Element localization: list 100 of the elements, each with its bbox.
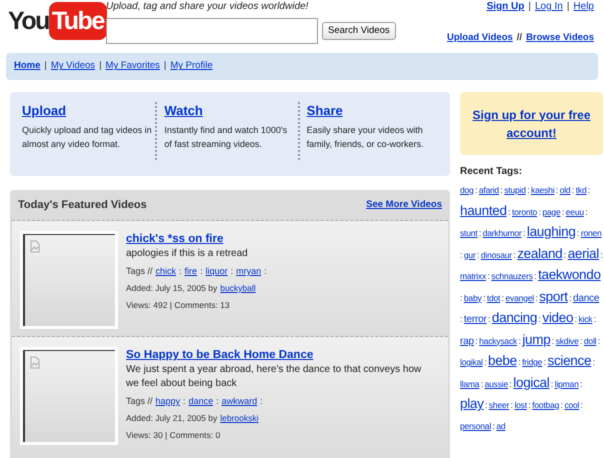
see-more-link[interactable]: See More Videos [366, 198, 442, 212]
header-link[interactable]: Help [573, 0, 594, 14]
video-thumbnail[interactable] [20, 231, 118, 329]
separator: : [513, 250, 516, 260]
tag-link[interactable]: footbag [532, 400, 560, 410]
tag-link[interactable]: matrixx [460, 271, 486, 281]
separator: : [230, 265, 234, 278]
tag-link[interactable]: logikal [460, 357, 483, 367]
panel-title: Today's Featured Videos [18, 198, 147, 213]
tag-link[interactable]: lost [514, 400, 527, 410]
tag-link[interactable]: old [560, 185, 570, 195]
tag-link[interactable]: schnauzers [491, 271, 533, 281]
tag-link[interactable]: dancing [492, 310, 538, 325]
signup-link[interactable]: Sign up for your free account! [464, 106, 599, 142]
separator: | [164, 59, 166, 74]
tag-link[interactable]: dog [460, 185, 474, 195]
tag-link[interactable]: stupid [504, 185, 526, 195]
video-title[interactable]: chick's *ss on fire [126, 231, 224, 247]
tag-link[interactable]: zealand [517, 246, 562, 260]
logo-text[interactable]: You [8, 2, 49, 40]
separator: : [508, 206, 511, 216]
tag-link[interactable]: stunt [460, 228, 478, 238]
tag-link[interactable]: personal [460, 420, 492, 430]
tag-link[interactable]: eeuu [566, 206, 584, 216]
tag-link[interactable]: ad [496, 420, 506, 430]
tag-link[interactable]: fire [184, 265, 198, 278]
nav-tab[interactable]: My Videos [50, 59, 96, 74]
tag-link[interactable]: play [460, 396, 484, 411]
separator: : [527, 185, 530, 195]
tag-link[interactable]: aerial [568, 246, 599, 260]
feature-title[interactable]: Share [306, 102, 343, 120]
tag-link[interactable]: aussie [484, 378, 508, 388]
tag-link[interactable]: mryan [236, 265, 262, 278]
tag-link[interactable]: haunted [460, 202, 507, 218]
added-date: Added: July 15, 2005 by [126, 282, 218, 295]
tag-link[interactable]: sport [539, 288, 568, 304]
tag-link[interactable]: doll [584, 336, 596, 346]
separator: : [482, 292, 486, 302]
tag-link[interactable]: hackysack [479, 336, 518, 346]
broken-image-icon [30, 356, 40, 369]
separator: : [488, 314, 491, 324]
tag-link[interactable]: lipman [554, 378, 579, 388]
tag-link[interactable]: afarid [478, 185, 499, 195]
user-link[interactable]: buckyball [220, 282, 256, 295]
tag-link[interactable]: rap [460, 336, 474, 346]
tag-link[interactable]: liquor [206, 265, 228, 278]
tag-link[interactable]: dance [573, 292, 600, 304]
user-link[interactable]: lebrookski [220, 412, 258, 425]
tag-link[interactable]: jump [522, 332, 550, 346]
nav-tab[interactable]: My Favorites [106, 59, 160, 74]
video-title[interactable]: So Happy to be Back Home Dance [126, 347, 314, 363]
separator: : [564, 250, 566, 260]
tag-link[interactable]: awkward [222, 395, 258, 408]
feature-title[interactable]: Upload [22, 102, 66, 120]
separator: : [588, 185, 590, 195]
tag-link[interactable]: terror [464, 314, 487, 325]
separator: : [580, 336, 583, 346]
tag-link[interactable]: science [548, 353, 592, 368]
tag-link[interactable]: kick [578, 314, 592, 324]
tag-link[interactable]: page [542, 206, 560, 216]
tag-link[interactable]: tdot [486, 292, 500, 302]
tag-link[interactable]: video [542, 310, 574, 325]
tag-link[interactable]: laughing [526, 224, 576, 239]
separator: : [538, 206, 541, 216]
separator: : [183, 395, 186, 408]
header-link[interactable]: Log In [535, 0, 563, 14]
tag-link[interactable]: darkhumor [482, 228, 522, 238]
tag-link[interactable]: gur [464, 250, 476, 260]
tag-link[interactable]: ronen [580, 228, 602, 238]
nav-tab[interactable]: My Profile [170, 59, 213, 74]
tag-link[interactable]: bebe [488, 353, 517, 368]
tag-link[interactable]: tkd [576, 185, 586, 195]
tag-link[interactable]: dance [188, 395, 214, 408]
header-link[interactable]: Upload Videos [446, 31, 513, 46]
tag-link[interactable]: dinosaur [480, 250, 512, 260]
tag-link[interactable]: fridge [522, 357, 542, 367]
separator: | [44, 59, 47, 74]
nav-tab[interactable]: Home [14, 59, 40, 74]
video-thumbnail[interactable] [20, 347, 118, 445]
separator: : [572, 185, 574, 195]
tag-link[interactable]: evangel [506, 292, 534, 302]
tag-link[interactable]: taekwondo [538, 267, 601, 282]
search-field[interactable] [106, 18, 318, 44]
search-button[interactable]: Search Videos [322, 22, 396, 40]
tag-link[interactable]: chick [156, 265, 176, 278]
feature-title[interactable]: Watch [164, 102, 203, 120]
tag-link[interactable]: toronto [512, 206, 538, 216]
tag-link[interactable]: llama [460, 378, 480, 388]
tag-link[interactable]: baby [464, 292, 482, 302]
tag-link[interactable]: happy [156, 395, 180, 408]
tag-link[interactable]: cool [564, 400, 580, 410]
header-link[interactable]: Browse Videos [526, 31, 594, 46]
tag-link[interactable]: sheer [488, 400, 510, 410]
tag-link[interactable]: skdive [556, 336, 579, 346]
separator: : [484, 400, 488, 410]
tag-link[interactable]: logical [513, 374, 550, 390]
tag-link[interactable]: kaeshi [531, 185, 554, 195]
logo-badge[interactable]: Tube [48, 2, 107, 40]
header-link[interactable]: Sign Up [486, 0, 524, 14]
separator: : [500, 185, 503, 195]
